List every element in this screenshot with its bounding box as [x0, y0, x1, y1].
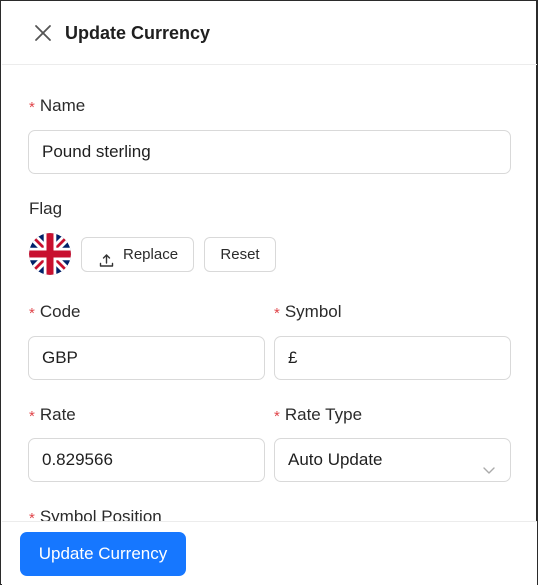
- rate-input[interactable]: 0.829566: [28, 438, 265, 482]
- drawer-footer: Update Currency: [2, 521, 537, 585]
- required-mark: *: [29, 99, 35, 116]
- update-currency-button[interactable]: Update Currency: [20, 532, 186, 576]
- form-body: * Name Pound sterling Flag Replace Reset…: [2, 65, 537, 521]
- uk-flag-icon: [29, 233, 71, 275]
- required-mark: *: [274, 305, 280, 322]
- rate-type-select[interactable]: Auto Update: [274, 438, 511, 482]
- symbol-position-label: * Symbol Position: [29, 507, 162, 521]
- chevron-down-icon: [481, 452, 497, 474]
- drawer-header: Update Currency: [2, 2, 537, 65]
- rate-label: * Rate: [29, 405, 76, 425]
- required-mark: *: [29, 408, 35, 425]
- required-mark: *: [274, 408, 280, 425]
- upload-icon: [99, 247, 114, 267]
- code-label: * Code: [29, 302, 81, 322]
- close-icon[interactable]: [32, 22, 54, 44]
- required-mark: *: [29, 510, 35, 521]
- drawer-title: Update Currency: [65, 23, 211, 43]
- replace-button[interactable]: Replace: [81, 237, 194, 272]
- rate-type-label: * Rate Type: [274, 405, 363, 425]
- name-label: * Name: [29, 96, 86, 116]
- code-input[interactable]: GBP: [28, 336, 265, 380]
- symbol-input[interactable]: £: [274, 336, 511, 380]
- flag-label: Flag: [29, 199, 63, 218]
- symbol-label: * Symbol: [274, 302, 342, 322]
- rate-type-value: Auto Update: [288, 450, 383, 469]
- name-input[interactable]: Pound sterling: [28, 130, 511, 174]
- reset-button[interactable]: Reset: [204, 237, 276, 272]
- required-mark: *: [29, 305, 35, 322]
- update-currency-drawer: Update Currency * Name Pound sterling Fla…: [0, 0, 538, 585]
